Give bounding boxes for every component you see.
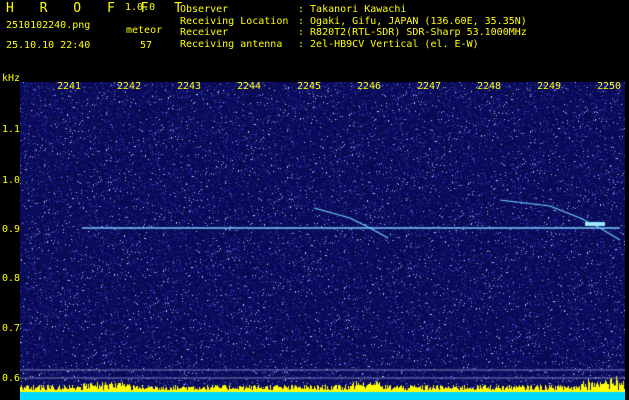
station-label: Observer: [180, 4, 229, 15]
station-row: Receiving antenna : 2el-HB9CV Vertical (e…: [180, 39, 527, 51]
x-tick-label: 2241: [57, 81, 82, 92]
y-tick-label: 0.9: [2, 224, 21, 235]
x-tick-label: 2242: [117, 81, 142, 92]
station-value: : 2el-HB9CV Vertical (el. E-W): [298, 38, 479, 50]
station-value: : Takanori Kawachi: [298, 4, 407, 15]
spectrogram-canvas: [20, 82, 625, 400]
y-tick-label: 1.0: [2, 175, 21, 186]
x-tick-label: 2248: [477, 81, 502, 92]
meteor-label: meteor: [126, 25, 163, 36]
header-panel: H R O F F T 1.0.0 2510102240.png meteor …: [0, 0, 629, 58]
x-tick-label: 2244: [237, 81, 262, 92]
filename-label: 2510102240.png: [6, 20, 91, 31]
brand-title: H R O F F T: [6, 1, 192, 16]
y-tick-label: 0.7: [2, 323, 21, 334]
x-tick-label: 2243: [177, 81, 202, 92]
station-label: Receiving antenna: [180, 38, 283, 50]
version-label: 1.0.0: [125, 2, 156, 13]
station-label: Receiver: [180, 27, 229, 38]
y-tick-label: 0.6: [2, 373, 21, 384]
station-value: : R820T2(RTL-SDR) SDR-Sharp 53.1000MHz: [298, 27, 527, 38]
timestamp-label: 25.10.10 22:40: [6, 40, 91, 51]
y-tick-label: 1.1: [2, 124, 21, 135]
station-label: Receiving Location: [180, 15, 289, 27]
station-row: Receiving Location : Ogaki, Gifu, JAPAN (…: [180, 16, 527, 28]
station-row: Observer : Takanori Kawachi: [180, 4, 527, 16]
x-tick-label: 2250: [597, 81, 622, 92]
y-tick-label: 0.8: [2, 273, 21, 284]
x-tick-label: 2249: [537, 81, 562, 92]
x-tick-label: 2246: [357, 81, 382, 92]
station-info: Observer : Takanori Kawachi Receiving Loc…: [180, 4, 527, 50]
frequency-unit-label: kHz: [2, 73, 21, 84]
x-tick-label: 2247: [417, 81, 442, 92]
x-tick-label: 2245: [297, 81, 322, 92]
meteor-count: 57: [140, 40, 153, 51]
station-value: : Ogaki, Gifu, JAPAN (136.60E, 35.35N): [298, 15, 527, 27]
station-row: Receiver : R820T2(RTL-SDR) SDR-Sharp 53.1…: [180, 27, 527, 39]
